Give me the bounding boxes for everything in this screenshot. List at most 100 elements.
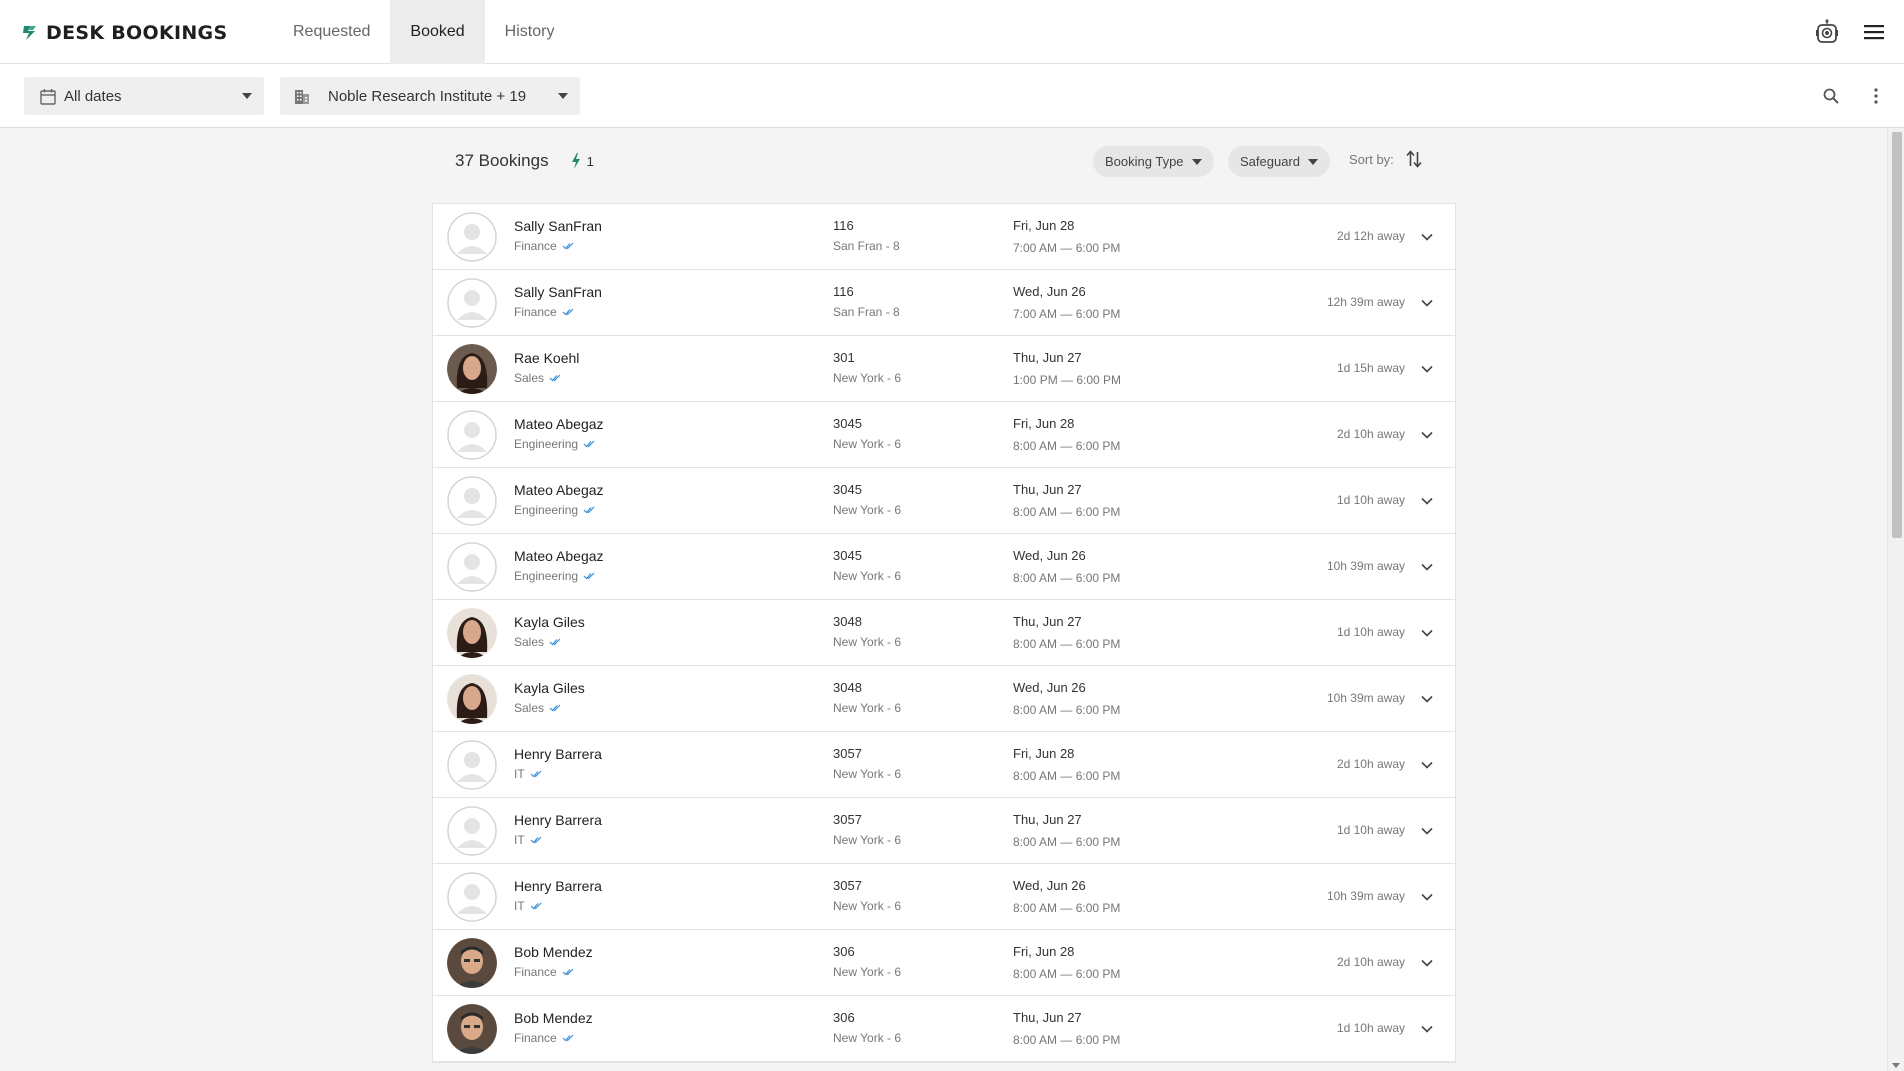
time-until-booking: 10h 39m away: [1326, 559, 1405, 573]
booking-row[interactable]: Bob Mendez Finance 306 New York - 6 Thu, Jun…: [433, 996, 1455, 1062]
scrollbar-thumb[interactable]: [1892, 132, 1902, 538]
flash-count: 1: [586, 153, 594, 169]
booking-row[interactable]: Mateo Abegaz Engineering 3045 New York - 6 T…: [433, 468, 1455, 534]
booking-row[interactable]: Henry Barrera IT 3057 New York - 6 Fri, Jun …: [433, 732, 1455, 798]
desk-location: New York - 6: [833, 503, 902, 517]
bookings-content: 37 Bookings 1 Booking Type Safeguard Sor…: [0, 129, 1886, 1071]
booking-department: Finance: [514, 1031, 574, 1045]
hamburger-menu-icon[interactable]: [1858, 16, 1890, 48]
desk-location: New York - 6: [833, 371, 902, 385]
booking-row[interactable]: Kayla Giles Sales 3048 New York - 6 Wed, Jun…: [433, 666, 1455, 732]
desk-number: 3057: [833, 746, 862, 761]
robot-assistant-icon[interactable]: [1811, 16, 1843, 48]
desk-number: 116: [833, 284, 854, 299]
booking-time-range: 8:00 AM — 6:00 PM: [1013, 703, 1121, 717]
expand-chevron-icon[interactable]: [1419, 823, 1435, 839]
double-check-icon: [549, 638, 561, 646]
booking-time-range: 8:00 AM — 6:00 PM: [1013, 835, 1121, 849]
booking-row[interactable]: Mateo Abegaz Engineering 3045 New York - 6 W…: [433, 534, 1455, 600]
expand-chevron-icon[interactable]: [1419, 229, 1435, 245]
avatar: [447, 740, 497, 790]
department-label: Engineering: [514, 569, 579, 583]
booking-department: Engineering: [514, 569, 595, 583]
chevron-down-icon: [1308, 158, 1318, 165]
desk-location: New York - 6: [833, 569, 902, 583]
booking-row[interactable]: Kayla Giles Sales 3048 New York - 6 Thu, Jun…: [433, 600, 1455, 666]
time-until-booking: 2d 10h away: [1336, 757, 1405, 771]
time-until-booking: 10h 39m away: [1326, 889, 1405, 903]
booking-department: IT: [514, 767, 542, 781]
booking-date: Thu, Jun 27: [1013, 812, 1082, 827]
expand-chevron-icon[interactable]: [1419, 427, 1435, 443]
expand-chevron-icon[interactable]: [1419, 1021, 1435, 1037]
sort-by-label: Sort by:: [1349, 152, 1394, 167]
booking-time-range: 8:00 AM — 6:00 PM: [1013, 637, 1121, 651]
expand-chevron-icon[interactable]: [1419, 295, 1435, 311]
desk-number: 3048: [833, 680, 862, 695]
double-check-icon: [583, 572, 595, 580]
chevron-down-icon: [1191, 158, 1202, 165]
booking-row[interactable]: Henry Barrera IT 3057 New York - 6 Wed, Jun …: [433, 864, 1455, 930]
booking-time-range: 7:00 AM — 6:00 PM: [1013, 307, 1121, 321]
booking-date: Thu, Jun 27: [1013, 614, 1082, 629]
lightning-icon: [571, 153, 580, 169]
booking-date: Wed, Jun 26: [1013, 878, 1086, 893]
booking-row[interactable]: Henry Barrera IT 3057 New York - 6 Thu, Jun …: [433, 798, 1455, 864]
department-label: Sales: [514, 701, 545, 715]
expand-chevron-icon[interactable]: [1419, 361, 1435, 377]
double-check-icon: [562, 242, 574, 250]
date-filter-select[interactable]: All dates: [24, 77, 264, 115]
time-until-booking: 12h 39m away: [1326, 295, 1405, 309]
avatar: [447, 278, 497, 328]
expand-chevron-icon[interactable]: [1419, 691, 1435, 707]
booking-user-name: Mateo Abegaz: [514, 548, 604, 564]
double-check-icon: [530, 770, 542, 778]
booking-user-name: Mateo Abegaz: [514, 416, 604, 432]
tab-history[interactable]: History: [485, 0, 575, 64]
desk-number: 3057: [833, 878, 862, 893]
tab-booked[interactable]: Booked: [390, 0, 485, 64]
expand-chevron-icon[interactable]: [1419, 493, 1435, 509]
booking-time-range: 1:00 PM — 6:00 PM: [1013, 373, 1122, 387]
expand-chevron-icon[interactable]: [1419, 625, 1435, 641]
flash-bookings-indicator[interactable]: 1: [571, 153, 594, 169]
department-label: IT: [514, 767, 525, 781]
booking-type-filter-chip[interactable]: Booking Type: [1093, 146, 1214, 177]
booking-date: Wed, Jun 26: [1013, 548, 1086, 563]
booking-user-name: Kayla Giles: [514, 614, 585, 630]
search-icon[interactable]: [1815, 80, 1847, 112]
desk-number: 3045: [833, 548, 862, 563]
booking-row[interactable]: Bob Mendez Finance 306 New York - 6 Fri, Jun…: [433, 930, 1455, 996]
sort-toggle-icon[interactable]: [1402, 147, 1426, 171]
chevron-down-icon: [558, 93, 568, 99]
booking-user-name: Henry Barrera: [514, 812, 602, 828]
booking-row[interactable]: Sally SanFran Finance 116 San Fran - 8 Wed, …: [433, 270, 1455, 336]
desk-location: San Fran - 8: [833, 305, 900, 319]
double-check-icon: [549, 704, 561, 712]
scroll-down-arrow-icon[interactable]: [1892, 1063, 1900, 1068]
booking-time-range: 7:00 AM — 6:00 PM: [1013, 241, 1121, 255]
expand-chevron-icon[interactable]: [1419, 559, 1435, 575]
desk-location: New York - 6: [833, 437, 902, 451]
booking-department: Engineering: [514, 503, 595, 517]
booking-row[interactable]: Mateo Abegaz Engineering 3045 New York - 6 F…: [433, 402, 1455, 468]
expand-chevron-icon[interactable]: [1419, 889, 1435, 905]
expand-chevron-icon[interactable]: [1419, 955, 1435, 971]
app-brand[interactable]: DESK BOOKINGS: [22, 20, 227, 46]
tab-requested[interactable]: Requested: [273, 0, 390, 64]
expand-chevron-icon[interactable]: [1419, 757, 1435, 773]
building-icon: [295, 90, 309, 104]
booking-user-name: Mateo Abegaz: [514, 482, 604, 498]
booking-user-name: Sally SanFran: [514, 284, 602, 300]
booking-date: Thu, Jun 27: [1013, 350, 1082, 365]
booking-time-range: 8:00 AM — 6:00 PM: [1013, 769, 1121, 783]
safeguard-filter-chip[interactable]: Safeguard: [1228, 146, 1330, 177]
booking-row[interactable]: Rae Koehl Sales 301 New York - 6 Thu, Jun 27…: [433, 336, 1455, 402]
filter-bar: All dates Noble Research Institute + 19: [0, 64, 1904, 128]
department-label: Sales: [514, 371, 545, 385]
location-filter-select[interactable]: Noble Research Institute + 19: [280, 77, 580, 115]
more-options-icon[interactable]: [1860, 80, 1892, 112]
scrollbar[interactable]: [1887, 129, 1904, 1071]
booking-time-range: 8:00 AM — 6:00 PM: [1013, 1033, 1121, 1047]
booking-row[interactable]: Sally SanFran Finance 116 San Fran - 8 Fri, …: [433, 204, 1455, 270]
